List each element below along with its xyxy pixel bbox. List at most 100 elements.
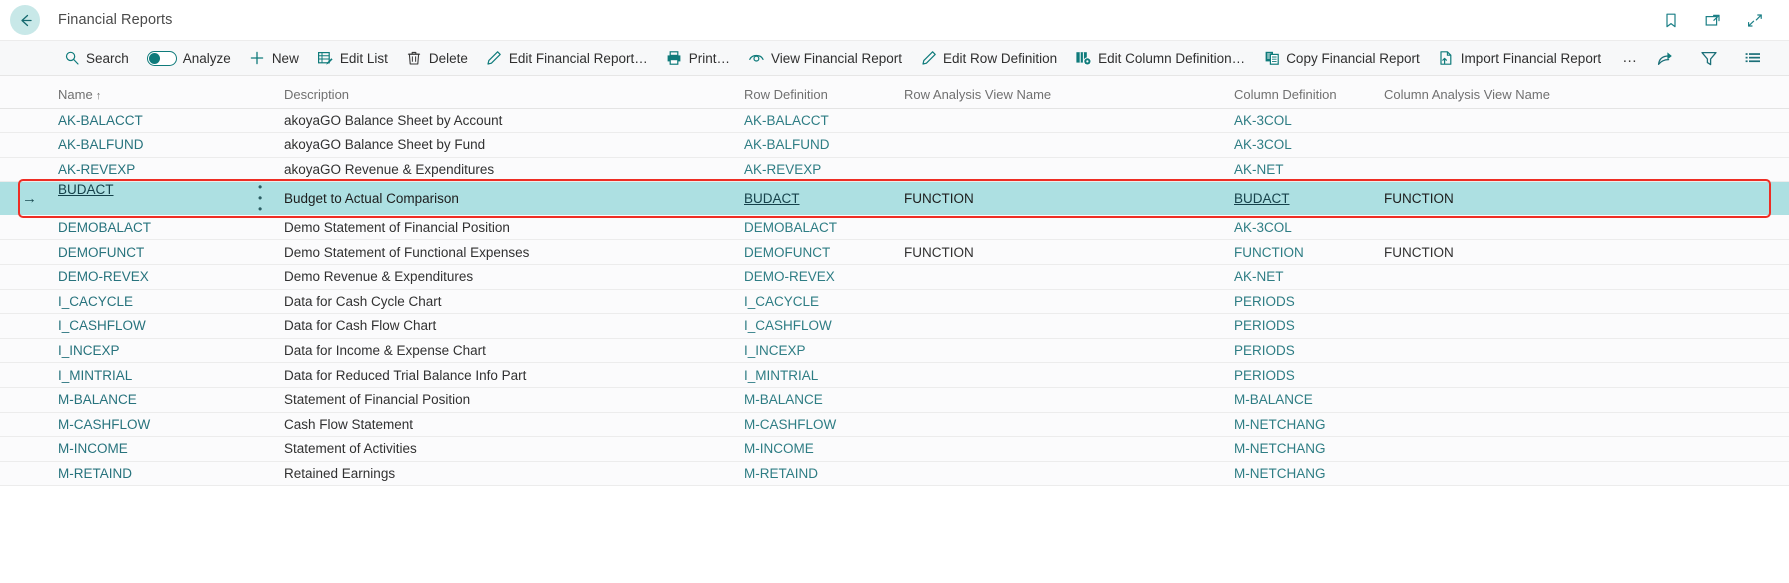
cell-column-analysis-view-name[interactable] <box>1384 436 1789 462</box>
cell-column-analysis-view-name[interactable] <box>1384 362 1789 388</box>
cell-row-analysis-view-name[interactable] <box>904 362 1234 388</box>
cell-description[interactable]: Demo Revenue & Expenditures <box>284 264 744 290</box>
report-name-link[interactable]: M-INCOME <box>58 441 128 456</box>
cell-row-definition[interactable]: I_INCEXP <box>744 338 904 364</box>
cell-row-analysis-view-name[interactable] <box>904 108 1234 134</box>
cell-row-definition[interactable]: I_CACYCLE <box>744 289 904 315</box>
cell-column-definition[interactable]: AK-3COL <box>1234 108 1384 134</box>
cell-column-definition[interactable]: AK-3COL <box>1234 215 1384 241</box>
report-name-link[interactable]: AK-REVEXP <box>58 162 135 177</box>
header-row-definition[interactable]: Row Definition <box>744 76 904 109</box>
cell-name[interactable]: DEMOBALACT <box>56 215 284 241</box>
cell-row-analysis-view-name[interactable] <box>904 387 1234 413</box>
cell-column-analysis-view-name[interactable] <box>1384 108 1789 134</box>
cell-row-analysis-view-name[interactable] <box>904 289 1234 315</box>
cell-column-analysis-view-name[interactable]: FUNCTION <box>1384 181 1789 216</box>
cell-row-definition[interactable]: AK-BALACCT <box>744 108 904 134</box>
cell-description[interactable]: Data for Income & Expense Chart <box>284 338 744 364</box>
cell-row-definition[interactable]: I_CASHFLOW <box>744 313 904 339</box>
cell-column-definition[interactable]: AK-NET <box>1234 157 1384 183</box>
report-name-link[interactable]: I_MINTRIAL <box>58 368 132 383</box>
report-name-link[interactable]: I_CACYCLE <box>58 294 133 309</box>
cell-column-definition[interactable]: PERIODS <box>1234 338 1384 364</box>
cell-column-analysis-view-name[interactable] <box>1384 338 1789 364</box>
cell-description[interactable]: Budget to Actual Comparison <box>284 181 744 216</box>
cell-row-definition[interactable]: M-INCOME <box>744 436 904 462</box>
cell-description[interactable]: Retained Earnings <box>284 461 744 487</box>
cell-row-definition[interactable]: I_MINTRIAL <box>744 362 904 388</box>
report-name-link[interactable]: M-CASHFLOW <box>58 417 150 432</box>
cell-row-definition[interactable]: BUDACT <box>744 181 904 216</box>
table-row[interactable]: M-BALANCE Statement of Financial Position… <box>0 387 1789 413</box>
cell-column-definition[interactable]: M-NETCHANG <box>1234 412 1384 438</box>
more-commands-button[interactable]: … <box>1612 50 1649 65</box>
table-row[interactable]: I_MINTRIAL Data for Reduced Trial Balance… <box>0 362 1789 388</box>
copy-financial-report-button[interactable]: Copy Financial Report <box>1256 45 1427 71</box>
cell-name[interactable]: DEMOFUNCT <box>56 239 284 265</box>
cell-row-analysis-view-name[interactable] <box>904 436 1234 462</box>
cell-column-definition[interactable]: M-BALANCE <box>1234 387 1384 413</box>
list-options-icon[interactable] <box>1743 48 1763 68</box>
report-name-link[interactable]: M-BALANCE <box>58 392 137 407</box>
report-name-link[interactable]: DEMO-REVEX <box>58 269 149 284</box>
cell-description[interactable]: Demo Statement of Functional Expenses <box>284 239 744 265</box>
cell-name[interactable]: I_MINTRIAL <box>56 362 284 388</box>
cell-row-definition[interactable]: DEMOBALACT <box>744 215 904 241</box>
cell-description[interactable]: akoyaGO Revenue & Expenditures <box>284 157 744 183</box>
report-name-link[interactable]: DEMOFUNCT <box>58 245 144 260</box>
import-financial-report-button[interactable]: Import Financial Report <box>1431 45 1608 71</box>
row-context-menu-icon[interactable]: • • • <box>258 182 262 216</box>
cell-column-analysis-view-name[interactable] <box>1384 215 1789 241</box>
table-row[interactable]: AK-BALACCT akoyaGO Balance Sheet by Accou… <box>0 108 1789 134</box>
cell-name[interactable]: AK-BALFUND <box>56 132 284 158</box>
cell-row-analysis-view-name[interactable] <box>904 215 1234 241</box>
cell-name[interactable]: AK-REVEXP <box>56 157 284 183</box>
cell-column-definition[interactable]: PERIODS <box>1234 289 1384 315</box>
cell-row-analysis-view-name[interactable] <box>904 313 1234 339</box>
cell-row-analysis-view-name[interactable]: FUNCTION <box>904 181 1234 216</box>
table-row[interactable]: AK-BALFUND akoyaGO Balance Sheet by Fund A… <box>0 132 1789 158</box>
cell-name[interactable]: I_CASHFLOW <box>56 313 284 339</box>
cell-description[interactable]: akoyaGO Balance Sheet by Fund <box>284 132 744 158</box>
cell-row-analysis-view-name[interactable] <box>904 412 1234 438</box>
cell-row-analysis-view-name[interactable] <box>904 264 1234 290</box>
new-button[interactable]: New <box>242 45 306 71</box>
cell-column-definition[interactable]: PERIODS <box>1234 313 1384 339</box>
bookmark-icon[interactable] <box>1661 10 1681 30</box>
cell-column-analysis-view-name[interactable] <box>1384 412 1789 438</box>
cell-row-definition[interactable]: DEMO-REVEX <box>744 264 904 290</box>
cell-column-analysis-view-name[interactable] <box>1384 264 1789 290</box>
cell-row-definition[interactable]: M-CASHFLOW <box>744 412 904 438</box>
share-icon[interactable] <box>1655 48 1675 68</box>
cell-column-analysis-view-name[interactable]: FUNCTION <box>1384 239 1789 265</box>
table-row[interactable]: DEMO-REVEX Demo Revenue & Expenditures DEM… <box>0 264 1789 290</box>
header-description[interactable]: Description <box>284 76 744 109</box>
table-row[interactable]: DEMOBALACT Demo Statement of Financial Po… <box>0 215 1789 241</box>
cell-column-definition[interactable]: M-NETCHANG <box>1234 436 1384 462</box>
cell-description[interactable]: Cash Flow Statement <box>284 412 744 438</box>
report-name-link[interactable]: AK-BALFUND <box>58 137 144 152</box>
cell-row-definition[interactable]: M-BALANCE <box>744 387 904 413</box>
table-row[interactable]: M-CASHFLOW Cash Flow Statement M-CASHFLOW M… <box>0 412 1789 438</box>
table-row[interactable]: DEMOFUNCT Demo Statement of Functional Ex… <box>0 239 1789 265</box>
cell-description[interactable]: Data for Reduced Trial Balance Info Part <box>284 362 744 388</box>
cell-column-definition[interactable]: BUDACT <box>1234 181 1384 216</box>
cell-column-analysis-view-name[interactable] <box>1384 313 1789 339</box>
table-row[interactable]: M-RETAIND Retained Earnings M-RETAIND M-NET… <box>0 461 1789 487</box>
analyze-toggle[interactable]: Analyze <box>140 45 238 71</box>
cell-name[interactable]: M-CASHFLOW <box>56 412 284 438</box>
cell-row-definition[interactable]: DEMOFUNCT <box>744 239 904 265</box>
cell-description[interactable]: Data for Cash Cycle Chart <box>284 289 744 315</box>
cell-row-analysis-view-name[interactable] <box>904 132 1234 158</box>
table-row[interactable]: → BUDACT • • • Budget to Actual Comparison BUD… <box>0 181 1789 216</box>
cell-column-definition[interactable]: AK-NET <box>1234 264 1384 290</box>
table-row[interactable]: I_INCEXP Data for Income & Expense Chart I… <box>0 338 1789 364</box>
report-name-link[interactable]: DEMOBALACT <box>58 220 151 235</box>
cell-row-analysis-view-name[interactable] <box>904 461 1234 487</box>
cell-description[interactable]: Statement of Financial Position <box>284 387 744 413</box>
cell-column-analysis-view-name[interactable] <box>1384 387 1789 413</box>
cell-column-definition[interactable]: M-NETCHANG <box>1234 461 1384 487</box>
view-financial-report-button[interactable]: View Financial Report <box>741 45 909 71</box>
cell-column-analysis-view-name[interactable] <box>1384 132 1789 158</box>
table-row[interactable]: I_CASHFLOW Data for Cash Flow Chart I_CASH… <box>0 313 1789 339</box>
